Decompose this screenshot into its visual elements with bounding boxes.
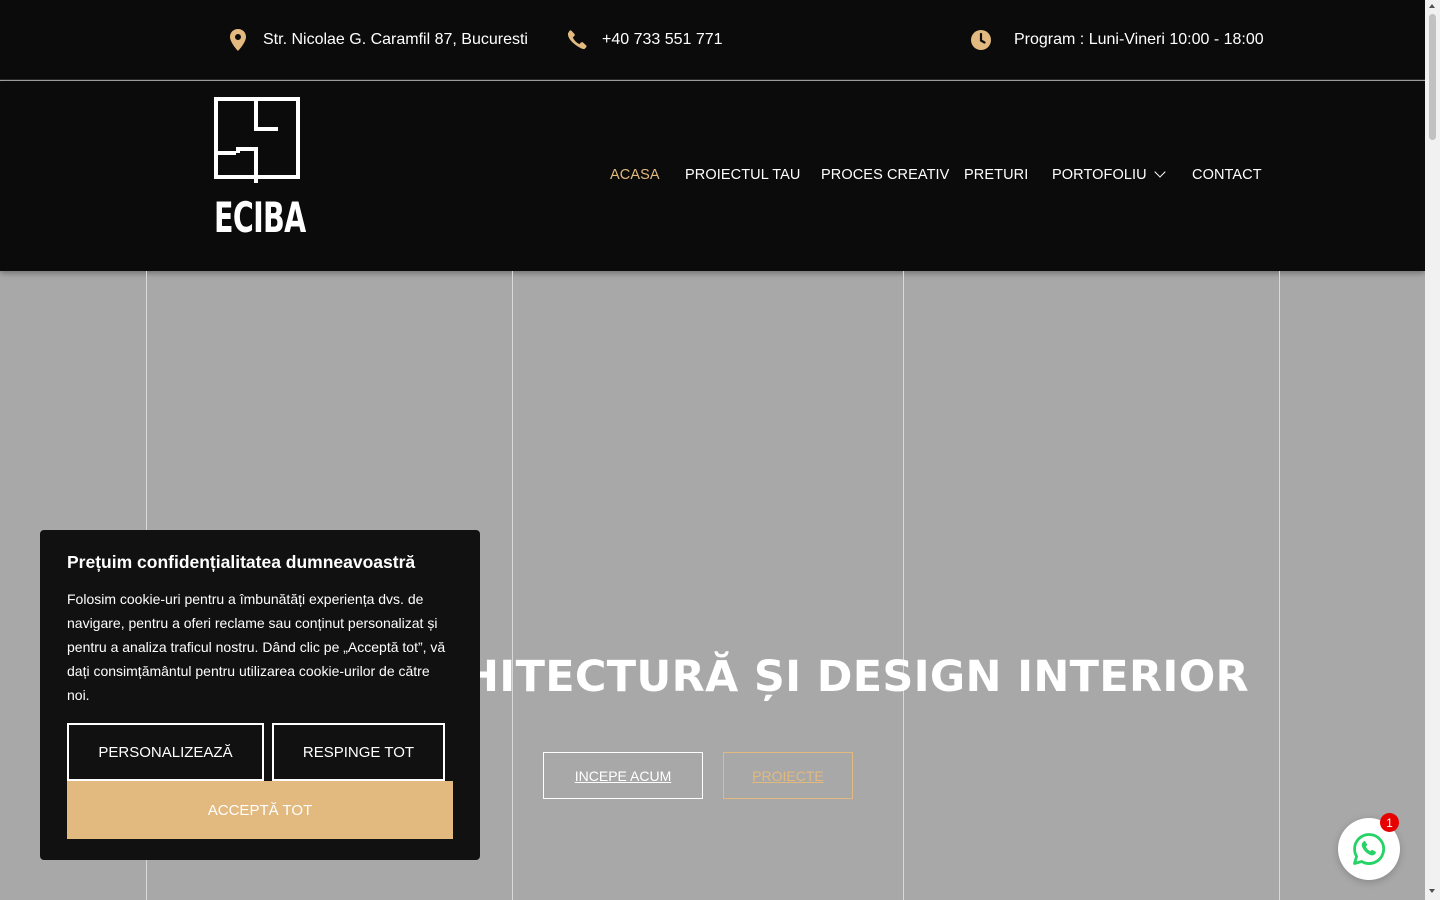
notification-badge: 1 <box>1380 813 1399 832</box>
hero-divider-line <box>512 271 513 900</box>
page-scrollbar[interactable] <box>1425 0 1440 900</box>
location-pin-icon <box>230 29 246 51</box>
nav-item-acasa[interactable]: ACASA <box>610 167 660 183</box>
chevron-down-icon <box>1154 166 1166 178</box>
address-text: Str. Nicolae G. Caramfil 87, Bucuresti <box>263 31 528 48</box>
start-now-button[interactable]: INCEPE ACUM <box>543 752 703 799</box>
scroll-thumb[interactable] <box>1429 14 1436 140</box>
logo-text: ECIBA <box>214 193 306 242</box>
cookie-title: Prețuim confidențialitatea dumneavoastră <box>67 552 416 572</box>
clock-icon <box>971 30 991 50</box>
logo-mark-icon <box>214 97 300 183</box>
hours-item: Program : Luni-Vineri 10:00 - 18:00 <box>970 0 1264 80</box>
nav-item-portofoliu-label: PORTOFOLIU <box>1052 167 1147 183</box>
phone-icon <box>567 30 587 50</box>
cookie-consent-banner: Prețuim confidențialitatea dumneavoastră… <box>40 530 480 860</box>
scroll-down-arrow-icon[interactable] <box>1429 889 1435 893</box>
nav-item-preturi[interactable]: PRETURI <box>964 167 1028 183</box>
address-item: Str. Nicolae G. Caramfil 87, Bucuresti <box>229 0 528 80</box>
nav-item-proces-creativ[interactable]: PROCES CREATIV <box>821 167 949 183</box>
top-contact-bar: Str. Nicolae G. Caramfil 87, Bucuresti +… <box>0 0 1425 80</box>
phone-text[interactable]: +40 733 551 771 <box>602 31 723 49</box>
hero-divider-line <box>1279 271 1280 900</box>
cookie-body: Folosim cookie-uri pentru a îmbunătăți e… <box>67 591 446 703</box>
whatsapp-icon <box>1353 833 1386 865</box>
logo[interactable]: ECIBA <box>214 97 306 243</box>
phone-item[interactable]: +40 733 551 771 <box>567 0 723 80</box>
projects-button[interactable]: PROIECTE <box>723 752 853 799</box>
nav-item-portofoliu[interactable]: PORTOFOLIU <box>1052 166 1166 183</box>
hero-divider-line <box>903 271 904 900</box>
hours-text: Program : Luni-Vineri 10:00 - 18:00 <box>1014 31 1264 48</box>
customize-cookies-button[interactable]: PERSONALIZEAZĂ <box>67 723 264 781</box>
reject-all-button[interactable]: RESPINGE TOT <box>272 723 445 781</box>
accept-all-button[interactable]: ACCEPTĂ TOT <box>67 781 453 839</box>
nav-item-proiectul-tau[interactable]: PROIECTUL TAU <box>685 167 800 183</box>
nav-item-contact[interactable]: CONTACT <box>1192 167 1262 183</box>
site-header: ECIBA ACASA PROIECTUL TAU PROCES CREATIV… <box>0 81 1425 271</box>
scroll-up-arrow-icon[interactable] <box>1429 4 1435 8</box>
